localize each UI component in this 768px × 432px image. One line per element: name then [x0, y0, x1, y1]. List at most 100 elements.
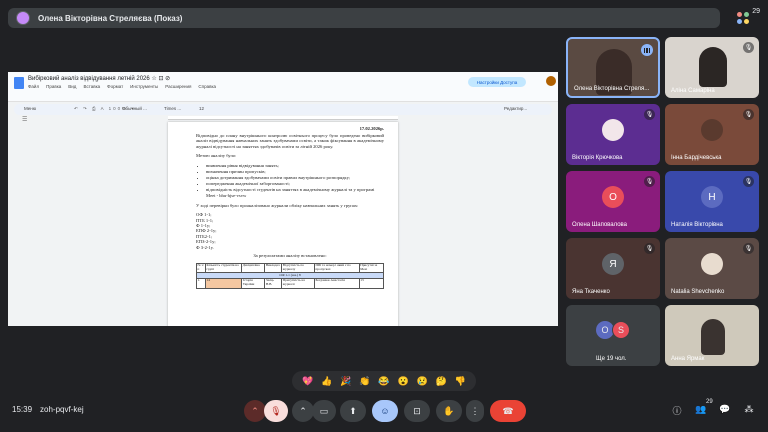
mic-off-icon: 🎙 [644, 176, 655, 187]
menu-item[interactable]: Расширения [165, 84, 191, 89]
participant-video [699, 47, 727, 87]
doc-goal-list: виявлення рівня відвідування занять; виз… [206, 163, 384, 199]
participant-tile[interactable]: Я 🎙 Яна Ткаченко [566, 238, 660, 299]
toolbar-menu[interactable]: Меню [24, 106, 36, 111]
table-cell: Заєць Н.В. [264, 277, 283, 289]
leave-call-button[interactable]: ☎ [490, 400, 526, 422]
mic-toggle-button[interactable]: 🎙 [264, 400, 288, 422]
menu-item[interactable]: Вид [68, 84, 76, 89]
participant-name: Олена Шаповалова [572, 222, 627, 228]
toolbar-editing-mode[interactable]: Редактир... [504, 106, 527, 111]
participant-name: Яна Ткаченко [572, 289, 610, 295]
meeting-code[interactable]: zoh-pqvf-kej [40, 405, 84, 414]
captions-button[interactable]: ⊡ [404, 400, 430, 422]
doc-goal-heading: Метою аналізу було: [196, 153, 237, 159]
share-button[interactable]: Настройки Доступа [468, 77, 526, 87]
menu-item[interactable]: Правка [46, 84, 61, 89]
list-item: визначення причин пропусків; [206, 169, 384, 175]
participant-tile[interactable]: Анна Ярмак [665, 305, 759, 366]
info-icon[interactable]: ⓘ [670, 404, 684, 417]
table-cell: Богданюк Анастасія [314, 277, 360, 289]
menu-item[interactable]: Формат [107, 84, 123, 89]
list-item: оцінка дотримання здобувачами освіти пра… [206, 175, 384, 181]
emoji-button[interactable]: ☺ [372, 400, 398, 422]
participant-tile[interactable]: Н 🎙 Наталія Вікторівна [665, 171, 759, 232]
menu-item[interactable]: Инструменты [130, 84, 158, 89]
participant-name: Вікторія Крючкова [572, 155, 623, 161]
toolbar-font[interactable]: Times ... [164, 106, 181, 111]
participant-tile[interactable]: 🎙 Інна Бардічевська [665, 104, 759, 165]
docs-icon [14, 77, 24, 89]
participant-name: Natalia Shevchenko [671, 289, 725, 295]
doc-intro: Відповідно до плану внутрішнього контрол… [196, 132, 384, 149]
more-participants-tile[interactable]: О S Ще 19 чол. [566, 305, 660, 366]
participant-tile[interactable]: 🎙 Аліна Самаріна [665, 37, 759, 98]
reaction-laugh-icon[interactable]: 😂 [378, 376, 389, 387]
participant-name: Анна Ярмак [671, 356, 705, 362]
people-icon[interactable]: 👥 [694, 404, 708, 415]
table-header: Дисципліна [241, 262, 266, 274]
meet-window: Олена Вікторівна Стреляєва (Показ) 29 Ви… [0, 0, 768, 432]
mic-off-icon: 🎙 [644, 243, 655, 254]
video-options-button[interactable]: ⌃ [292, 400, 314, 422]
participant-name: Олена Вікторівна Стреля... [574, 86, 650, 92]
doc-date: 17.02.2026р. [359, 126, 384, 131]
toolbar-size[interactable]: 12 [199, 106, 204, 111]
participant-avatar [701, 253, 723, 275]
activities-icon[interactable]: ⁂ [742, 404, 756, 415]
menu-item[interactable]: Справка [198, 84, 216, 89]
shared-screen: Вибірковий аналіз відвідування летній 20… [8, 72, 558, 326]
list-item: попередження академічної заборгованості; [206, 181, 384, 187]
presentation-banner: Олена Вікторівна Стреляєва (Показ) [8, 8, 720, 28]
participant-tile[interactable]: 🎙 Natalia Shevchenko [665, 238, 759, 299]
participant-avatar: Н [701, 186, 723, 208]
more-options-button[interactable]: ⋮ [466, 400, 484, 422]
table-cell: 14 [205, 277, 243, 289]
table-header-row: № з/п Кількість студентів на групі Дисци… [195, 262, 385, 274]
chevron-up-icon: ⌃ [251, 405, 259, 416]
table-header: Присутні за Meet [358, 262, 385, 274]
mic-off-icon: 🎙 [743, 109, 754, 120]
reaction-thinking-icon[interactable]: 🤔 [436, 376, 447, 387]
participant-name: Наталія Вікторівна [671, 222, 723, 228]
presenter-avatar [16, 11, 30, 25]
meeting-info: 15:39 zoh-pqvf-kej [12, 405, 84, 414]
menu-item[interactable]: Файл [28, 84, 39, 89]
audio-options-button[interactable]: ⌃ [244, 400, 266, 422]
table-cell: 1. [195, 277, 207, 289]
table-cell: 13 [358, 277, 385, 289]
reaction-heart-icon[interactable]: 💖 [302, 376, 313, 387]
doc-groups: ОФ 1-1; ПТБ 1-1; Ф 1-1у; ЕПФ 2-1у; ПТБ2-… [196, 212, 384, 250]
participant-avatar: Я [602, 253, 624, 275]
reaction-thumbs-down-icon[interactable]: 👎 [455, 376, 466, 387]
doc-header: Вибірковий аналіз відвідування летній 20… [8, 72, 558, 102]
menu-item[interactable]: Вставка [83, 84, 100, 89]
reaction-surprised-icon[interactable]: 😮 [397, 376, 408, 387]
table-header: ПІБ та номер і який є по пропусках [314, 262, 360, 274]
hang-up-icon: ☎ [502, 405, 514, 416]
reaction-clap-icon[interactable]: 👏 [359, 376, 370, 387]
present-button[interactable]: ⬆ [340, 400, 366, 422]
outline-icon[interactable]: ☰ [22, 116, 27, 123]
camera-toggle-button[interactable]: ▭ [312, 400, 336, 422]
more-vert-icon: ⋮ [470, 405, 480, 416]
raise-hand-button[interactable]: ✋ [436, 400, 462, 422]
reaction-sad-icon[interactable]: 😢 [417, 376, 428, 387]
list-item: відповідність відсутності студентів на з… [206, 187, 384, 198]
participant-name: Аліна Самаріна [671, 88, 715, 94]
speaking-indicator-icon [641, 44, 653, 56]
doc-user-avatar[interactable] [546, 76, 556, 86]
reaction-party-icon[interactable]: 🎉 [340, 376, 351, 387]
toolbar-style[interactable]: Обычный ... [122, 106, 147, 111]
more-avatar: S [612, 321, 630, 339]
chat-icon[interactable]: 💬 [718, 404, 732, 415]
people-count-button[interactable]: 29 [728, 8, 760, 28]
reaction-thumbs-up-icon[interactable]: 👍 [321, 376, 332, 387]
doc-results-heading: За результатами аналізу встановлено: [253, 252, 327, 258]
participant-tile[interactable]: Олена Вікторівна Стреля... [566, 37, 660, 98]
mic-off-icon: 🎙 [743, 176, 754, 187]
people-count: 29 [752, 8, 760, 15]
mic-off-icon: 🎙 [644, 109, 655, 120]
participant-tile[interactable]: 🎙 Вікторія Крючкова [566, 104, 660, 165]
participant-tile[interactable]: О 🎙 Олена Шаповалова [566, 171, 660, 232]
